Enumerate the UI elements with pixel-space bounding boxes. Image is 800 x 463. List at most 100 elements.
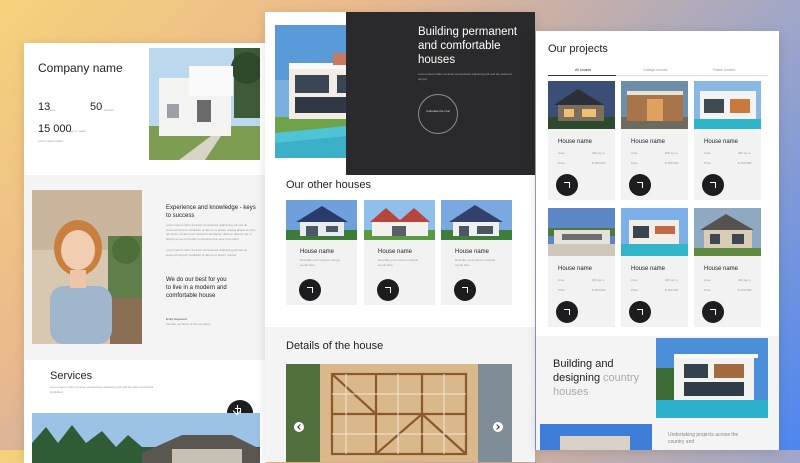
house-name-3: House name bbox=[455, 249, 490, 255]
calculate-cost-label: Calculate the cost bbox=[426, 109, 450, 113]
experience-title: Experience and knowledge - keys to succe… bbox=[166, 205, 256, 219]
projects-title: Our projects bbox=[548, 43, 608, 55]
project-price-5: $ 450 000 bbox=[665, 288, 679, 292]
project-name-6: House name bbox=[704, 266, 739, 272]
project-area-label-3: Area bbox=[704, 151, 711, 155]
project-price-4: $ 450 000 bbox=[592, 288, 606, 292]
villa-photo bbox=[149, 48, 260, 160]
services-photo bbox=[32, 413, 260, 463]
project-card-1[interactable]: House name Area 200 sq.m Price $ 450 000 bbox=[548, 81, 615, 200]
project-price-6: $ 450 000 bbox=[738, 288, 752, 292]
project-name-1: House name bbox=[558, 139, 593, 145]
project-area-label-2: Area bbox=[631, 151, 638, 155]
project-name-2: House name bbox=[631, 139, 666, 145]
project-name-4: House name bbox=[558, 266, 593, 272]
signature-role: founder, architect of the company bbox=[166, 322, 211, 326]
details-title: Details of the house bbox=[286, 340, 384, 352]
project-area-label-4: Area bbox=[558, 278, 565, 282]
house-name-2: House name bbox=[378, 249, 413, 255]
project-arrow-button-4[interactable] bbox=[556, 301, 578, 323]
project-card-6[interactable]: House name Area 200 sq.m Price $ 450 000 bbox=[694, 208, 761, 327]
experience-text: Lorem ipsum dolor sit amet consectetur a… bbox=[166, 223, 256, 241]
experience-text-2: Lorem ipsum dolor sit amet consectetur a… bbox=[166, 248, 248, 257]
project-arrow-button-2[interactable] bbox=[629, 174, 651, 196]
house-card-1[interactable]: House name Describe your house in simple… bbox=[286, 200, 357, 305]
building-line-2-dark: designing bbox=[553, 372, 601, 384]
project-arrow-button-1[interactable] bbox=[556, 174, 578, 196]
project-arrow-button-5[interactable] bbox=[629, 301, 651, 323]
services-text: Lorem ipsum dolor sit amet consectetur a… bbox=[50, 385, 154, 394]
tab-all-houses[interactable]: All houses bbox=[575, 68, 591, 72]
project-area-label-1: Area bbox=[558, 151, 565, 155]
project-arrow-button-6[interactable] bbox=[702, 301, 724, 323]
project-area-4: 200 sq.m bbox=[592, 278, 605, 282]
project-area-3: 200 sq.m bbox=[738, 151, 751, 155]
project-card-4[interactable]: House name Area 200 sq.m Price $ 450 000 bbox=[548, 208, 615, 327]
stat-houses-label: houses bbox=[104, 108, 114, 112]
project-card-3[interactable]: House name Area 200 sq.m Price $ 450 000 bbox=[694, 81, 761, 200]
stat-sqm-label: sq.m. made bbox=[70, 129, 86, 133]
project-card-2[interactable]: House name Area 200 sq.m Price $ 450 000 bbox=[621, 81, 688, 200]
house-photo-2 bbox=[364, 200, 435, 240]
project-area-label-5: Area bbox=[631, 278, 638, 282]
house-arrow-button-3[interactable] bbox=[454, 279, 476, 301]
house-desc-3: Describe your house in simple words here bbox=[455, 258, 496, 267]
project-area-1: 200 sq.m bbox=[592, 151, 605, 155]
house-desc-1: Describe your house in simple words here bbox=[300, 258, 341, 267]
project-price-label-5: Price bbox=[631, 288, 638, 292]
project-photo-2 bbox=[621, 81, 688, 129]
building-photo bbox=[656, 338, 768, 418]
house-card-2[interactable]: House name Describe your house in simple… bbox=[364, 200, 435, 305]
signature-name: Emily Haywood bbox=[166, 317, 187, 321]
house-frame-photo bbox=[286, 364, 512, 462]
project-area-6: 200 sq.m bbox=[738, 278, 751, 282]
project-card-5[interactable]: House name Area 200 sq.m Price $ 450 000 bbox=[621, 208, 688, 327]
building-line-2-light: country bbox=[603, 372, 640, 384]
services-title: Services bbox=[50, 370, 93, 382]
project-price-label-6: Price bbox=[704, 288, 711, 292]
chevron-left-icon bbox=[297, 424, 303, 430]
project-photo-6 bbox=[694, 208, 761, 256]
other-houses-title: Our other houses bbox=[286, 179, 371, 191]
project-name-3: House name bbox=[704, 139, 739, 145]
project-name-5: House name bbox=[631, 266, 666, 272]
stats-note: Lorem ipsum dolor bbox=[38, 139, 63, 143]
project-price-3: $ 450 000 bbox=[738, 161, 752, 165]
right-page: Our projects All houses Cottage houses F… bbox=[536, 31, 779, 450]
tab-active-indicator bbox=[548, 74, 616, 76]
house-photo-1 bbox=[286, 200, 357, 240]
left-page: Company name 13 years 50 houses 15 000 s… bbox=[24, 43, 266, 463]
house-photo-3 bbox=[441, 200, 512, 240]
building-line-1: Building and bbox=[553, 358, 614, 370]
project-photo-3 bbox=[694, 81, 761, 129]
slider-next-button[interactable] bbox=[493, 422, 503, 432]
project-photo-5 bbox=[621, 208, 688, 256]
calculate-cost-button[interactable]: Calculate the cost bbox=[418, 94, 458, 134]
house-desc-2: Describe your house in simple words here bbox=[378, 258, 419, 267]
project-price-label-2: Price bbox=[631, 161, 638, 165]
house-arrow-button-2[interactable] bbox=[377, 279, 399, 301]
founder-photo bbox=[32, 190, 142, 344]
project-photo-4 bbox=[548, 208, 615, 256]
center-page: Building permanent and comfortable house… bbox=[265, 12, 535, 462]
project-price-label-4: Price bbox=[558, 288, 565, 292]
bottom-house-photo bbox=[540, 424, 652, 450]
slider-prev-button[interactable] bbox=[294, 422, 304, 432]
tab-frame-houses[interactable]: Frame houses bbox=[713, 68, 735, 72]
chevron-right-icon bbox=[494, 424, 500, 430]
tab-cottage-houses[interactable]: Cottage houses bbox=[643, 68, 668, 72]
project-area-label-6: Area bbox=[704, 278, 711, 282]
project-arrow-button-3[interactable] bbox=[702, 174, 724, 196]
project-price-label-3: Price bbox=[704, 161, 711, 165]
house-arrow-button-1[interactable] bbox=[299, 279, 321, 301]
project-price-1: $ 450 000 bbox=[592, 161, 606, 165]
project-price-2: $ 450 000 bbox=[665, 161, 679, 165]
house-card-3[interactable]: House name Describe your house in simple… bbox=[441, 200, 512, 305]
building-line-3: houses bbox=[553, 386, 589, 398]
project-area-5: 200 sq.m bbox=[665, 278, 678, 282]
house-name-1: House name bbox=[300, 249, 335, 255]
project-price-label-1: Price bbox=[558, 161, 565, 165]
stat-years-label: years bbox=[48, 108, 56, 112]
project-photo-1 bbox=[548, 81, 615, 129]
hero-text: Lorem ipsum dolor sit amet consectetur a… bbox=[418, 72, 512, 81]
